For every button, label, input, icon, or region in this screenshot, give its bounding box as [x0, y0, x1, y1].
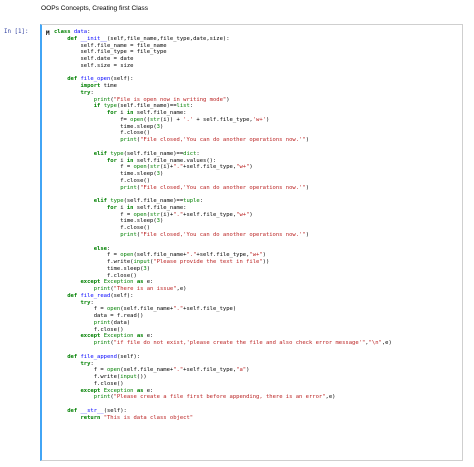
cell-prompt: In [1]:	[4, 29, 29, 35]
code-line: self.file_name = file_name	[54, 42, 167, 49]
code-line: try:	[80, 299, 94, 306]
code-line: f = open(str(i)+"."+self.file_type,"w+")	[54, 211, 253, 218]
code-line: print("Please create a file first before…	[93, 394, 336, 401]
code-line: self.date = date	[54, 56, 134, 63]
code-line: else:	[93, 245, 111, 252]
code-line: f.close()	[54, 272, 137, 279]
code-line: f = open(self.file_name+"."+self.file_ty…	[54, 252, 266, 259]
code-line: try:	[80, 89, 94, 96]
code-line: import time	[80, 83, 117, 90]
code-line: def __str__(self):	[67, 407, 127, 414]
code-line: elif type(self.file_name)==dict:	[93, 150, 200, 157]
code-line: print("File closed,'You can do another o…	[120, 137, 309, 144]
code-line: def file_open(self):	[67, 76, 134, 83]
cursor-marker-icon: M	[46, 30, 50, 37]
code-line: print("File closed,'You can do another o…	[120, 231, 309, 238]
code-line: class data:	[54, 29, 91, 35]
code-line: for i in self.file_name.values():	[106, 157, 217, 164]
code-line: for i in self.file_name:	[106, 110, 187, 117]
code-line: f = open(self.file_name+"."+self.file_ty…	[54, 306, 237, 313]
code-line: print("There is an issue",e)	[93, 286, 187, 293]
code-editor[interactable]: class data: def __init__(self,file_name,…	[54, 29, 392, 428]
code-line: self.size = size	[54, 62, 134, 69]
code-line: try:	[80, 360, 94, 367]
code-line: f.write(input("Please provide the text i…	[54, 259, 270, 266]
code-line: print("if file do not exist,'please crea…	[93, 340, 392, 347]
code-line: time.sleep(3)	[54, 218, 164, 225]
code-line: f.close()	[54, 380, 124, 387]
code-line: f.close()	[54, 177, 151, 184]
code-line: f.write(input())	[54, 374, 147, 381]
code-line: f.close()	[54, 225, 151, 232]
code-line: f.close()	[54, 130, 151, 137]
notebook-heading: OOPs Concepts, Creating first Class	[41, 5, 149, 12]
code-line: return "This is data class object"	[80, 414, 194, 421]
code-line: f= open((str(i)) + '.' + self.file_type,…	[54, 116, 270, 123]
code-line: except Exception as e:	[80, 387, 154, 394]
code-line: for i in self.file_name:	[106, 204, 187, 211]
code-line: except Exception as e:	[80, 279, 154, 286]
code-line: f = open(self.file_name+"."+self.file_ty…	[54, 367, 250, 374]
code-line: time.sleep(3)	[54, 123, 164, 130]
code-line: elif type(self.file_name)==tuple:	[93, 198, 204, 205]
code-line: def file_append(self):	[67, 353, 141, 360]
code-line: print("File is open now in writing mode"…	[93, 96, 230, 103]
code-line: def __init__(self,file_name,file_type,da…	[67, 35, 230, 42]
code-line: if type(self.file_name)==list:	[93, 103, 194, 110]
code-line: time.sleep(3)	[54, 171, 164, 178]
code-line: f = open(str(i)+"."+self.file_type,"w+")	[54, 164, 253, 171]
code-line: self.file_type = file_type	[54, 49, 167, 56]
code-line: except Exception as e:	[80, 333, 154, 340]
code-line: data = f.read()	[54, 313, 144, 320]
code-line: print("File closed,'You can do another o…	[120, 184, 309, 191]
code-line: print(data)	[93, 319, 131, 326]
code-line: def file_read(self):	[67, 292, 134, 299]
code-cell[interactable]: M class data: def __init__(self,file_nam…	[40, 24, 463, 461]
code-line: time.sleep(3)	[54, 265, 151, 272]
code-line: f.close()	[54, 326, 124, 333]
